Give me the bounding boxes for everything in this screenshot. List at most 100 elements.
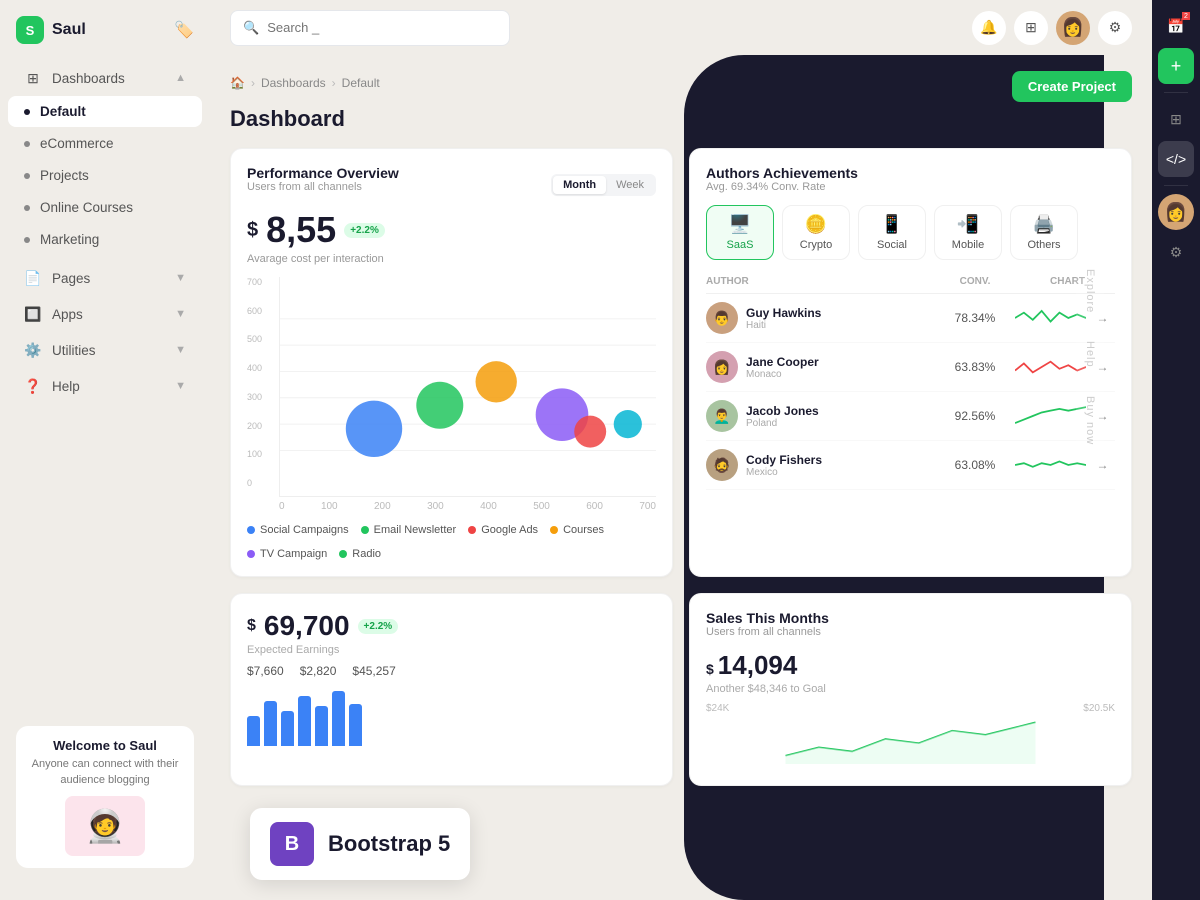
conv-value: 78.34%	[935, 311, 1015, 325]
cat-tab-crypto[interactable]: 🪙 Crypto	[782, 205, 850, 260]
table-row: 👨 Guy Hawkins Haiti 78.34% →	[706, 294, 1115, 343]
sales-amount: 14,094	[718, 650, 798, 681]
others-icon: 🖨️	[1033, 214, 1055, 235]
table-row: 👨‍🦱 Jacob Jones Poland 92.56% →	[706, 392, 1115, 441]
cat-tab-saas-label: SaaS	[727, 239, 754, 251]
conv-value: 92.56%	[935, 409, 1015, 423]
breadcrumb: 🏠 › Dashboards › Default	[230, 76, 380, 90]
toggle-week[interactable]: Week	[606, 176, 654, 194]
cat-tab-social[interactable]: 📱 Social	[858, 205, 926, 260]
social-icon: 📱	[881, 214, 903, 235]
active-dot	[24, 109, 30, 115]
notification-badge: 2	[1182, 12, 1190, 20]
bar	[349, 704, 362, 746]
topbar-grid-icon[interactable]: ⊞	[1014, 11, 1048, 45]
topbar-bell-icon[interactable]: 🔔	[972, 11, 1006, 45]
nav-dot	[24, 141, 30, 147]
chart-legend: Social Campaigns Email Newsletter Google…	[247, 524, 656, 560]
sidebar-item-ecommerce[interactable]: eCommerce	[8, 128, 202, 159]
help-side-button[interactable]: Help	[1076, 327, 1104, 382]
nav-section-dashboards: ⊞ Dashboards ▲ Default eCommerce Project…	[0, 60, 210, 256]
legend-dot	[550, 526, 558, 534]
authors-card: Authors Achievements Avg. 69.34% Conv. R…	[689, 148, 1132, 577]
avatar: 👩	[706, 351, 738, 383]
page-title: Dashboard	[230, 106, 1132, 132]
bar-chart	[247, 686, 656, 746]
chevron-icon: ▼	[175, 344, 186, 356]
apps-icon: 🔲	[24, 305, 42, 323]
sales-value-row: $ 14,094	[706, 650, 1115, 681]
cat-tab-others[interactable]: 🖨️ Others	[1010, 205, 1078, 260]
author-info: 👨 Guy Hawkins Haiti	[706, 302, 935, 334]
rp-grid-icon[interactable]: ⊞	[1158, 101, 1194, 137]
sales-y2: $20.5K	[1083, 703, 1115, 714]
search-box[interactable]: 🔍	[230, 10, 510, 46]
rp-divider	[1164, 185, 1188, 186]
sidebar-item-help[interactable]: ❓ Help ▼	[8, 369, 202, 403]
cat-tab-saas[interactable]: 🖥️ SaaS	[706, 205, 774, 260]
bar	[298, 696, 311, 746]
period-toggle: Month Week	[551, 174, 656, 196]
bubble-chart-container: 700 600 500 400 300 200 100 0	[247, 277, 656, 512]
dashboard-grid: Performance Overview Users from all chan…	[230, 148, 1132, 786]
authors-table-header: AUTHOR CONV. CHART	[706, 276, 1115, 294]
category-tabs: 🖥️ SaaS 🪙 Crypto 📱 Social 📲	[706, 205, 1115, 260]
rp-add-button[interactable]: +	[1158, 48, 1194, 84]
buy-now-button[interactable]: Buy now	[1076, 382, 1104, 459]
author-location: Poland	[746, 418, 819, 429]
sidebar-item-default[interactable]: Default	[8, 96, 202, 127]
bar	[332, 691, 345, 746]
topbar-settings-icon[interactable]: ⚙	[1098, 11, 1132, 45]
author-info: 🧔 Cody Fishers Mexico	[706, 449, 935, 481]
sidebar-title: Saul	[52, 21, 86, 39]
earnings-item-3: $45,257	[352, 664, 395, 678]
sales-y1: $24K	[706, 703, 729, 714]
topbar-avatar[interactable]: 👩	[1056, 11, 1090, 45]
table-row: 👩 Jane Cooper Monaco 63.83% →	[706, 343, 1115, 392]
performance-card: Performance Overview Users from all chan…	[230, 148, 673, 577]
legend-email-newsletter: Email Newsletter	[361, 524, 457, 536]
cat-tab-others-label: Others	[1027, 239, 1060, 251]
breadcrumb-home-icon[interactable]: 🏠	[230, 76, 245, 90]
sidebar-item-projects[interactable]: Projects	[8, 160, 202, 191]
bubble-chart	[279, 277, 656, 497]
sidebar-header: S Saul 🏷️	[0, 16, 210, 60]
sales-dollar: $	[706, 661, 714, 677]
create-project-button[interactable]: Create Project	[1012, 71, 1132, 102]
utilities-icon: ⚙️	[24, 341, 42, 359]
avatar: 🧔	[706, 449, 738, 481]
sidebar-item-pages[interactable]: 📄 Pages ▼	[8, 261, 202, 295]
rp-calendar-icon[interactable]: 📅 2	[1158, 8, 1194, 44]
author-location: Haiti	[746, 320, 821, 331]
cat-tab-crypto-label: Crypto	[800, 239, 832, 251]
bar	[315, 706, 328, 746]
earnings-items: $7,660 $2,820 $45,257	[247, 664, 656, 678]
author-name: Jane Cooper	[746, 355, 819, 369]
sidebar-pin-icon[interactable]: 🏷️	[174, 20, 194, 40]
earnings-big-number: 69,700	[264, 610, 350, 642]
rp-code-icon[interactable]: </>	[1158, 141, 1194, 177]
conv-value: 63.83%	[935, 360, 1015, 374]
legend-courses: Courses	[550, 524, 604, 536]
sidebar-item-marketing[interactable]: Marketing	[8, 224, 202, 255]
grid-icon: ⊞	[24, 69, 42, 87]
breadcrumb-dashboards[interactable]: Dashboards	[261, 76, 326, 90]
sales-goal: Another $48,346 to Goal	[706, 683, 1115, 695]
sidebar-item-apps[interactable]: 🔲 Apps ▼	[8, 297, 202, 331]
y-axis-labels: 700 600 500 400 300 200 100 0	[247, 277, 262, 488]
welcome-card: Welcome to Saul Anyone can connect with …	[16, 726, 194, 868]
toggle-month[interactable]: Month	[553, 176, 606, 194]
perf-badge: +2.2%	[344, 223, 385, 238]
legend-dot	[247, 550, 255, 558]
sidebar-item-online-courses[interactable]: Online Courses	[8, 192, 202, 223]
rp-avatar[interactable]: 👩	[1158, 194, 1194, 230]
earnings-dollar: $	[247, 617, 256, 635]
sidebar-item-utilities[interactable]: ⚙️ Utilities ▼	[8, 333, 202, 367]
earnings-value-row: $ 69,700 +2.2%	[247, 610, 656, 642]
explore-button[interactable]: Explore	[1076, 255, 1104, 327]
search-input[interactable]	[267, 20, 497, 35]
cat-tab-mobile[interactable]: 📲 Mobile	[934, 205, 1002, 260]
rp-settings-icon[interactable]: ⚙	[1158, 234, 1194, 270]
sidebar-item-dashboards[interactable]: ⊞ Dashboards ▲	[8, 61, 202, 95]
perf-big-number: 8,55	[266, 209, 336, 251]
